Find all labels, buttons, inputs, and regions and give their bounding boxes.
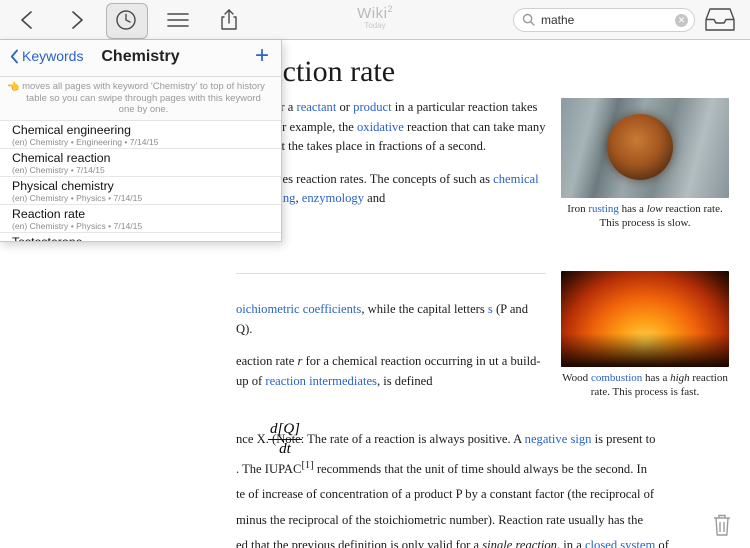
search-input[interactable]: mathe ✕ [513,8,695,32]
list-item-meta: (en) Chemistry • Engineering • 7/14/15 [12,136,159,147]
add-keyword-button[interactable]: + [255,44,269,68]
article-paragraph-9: ed that the previous definition is only … [236,536,734,548]
search-value: mathe [541,13,575,27]
list-item-title: Physical chemistry [12,178,114,193]
list-item[interactable]: Reaction rate (en) Chemistry • Physics •… [0,205,281,233]
popover-header: Keywords Chemistry + [0,40,281,77]
article-paragraph-5: nce X. (Note: The rate of a reaction is … [236,430,734,450]
rusting-bolt-photo [561,98,729,198]
list-item-title: Testosterone [12,234,83,242]
article-column-left-2: oichiometric coefficients, while the cap… [236,300,546,404]
link-reactant[interactable]: reactant [297,100,337,114]
app-title-text: Wiki [357,5,388,22]
list-item-title: Reaction rate [12,206,86,221]
list-item-meta: (en) Chemistry • Physics • 7/14/15 [12,192,143,203]
p6-b: recommends that the unit of time should … [313,461,647,476]
p1-or: or [336,100,354,114]
p2-end: and [364,191,386,205]
article-paragraph-6: . The IUPAC[1] recommends that the unit … [236,456,734,480]
article-paragraph-2: that studies reaction rates. The concept… [236,170,546,209]
top-toolbar: Wiki2 Today mathe ✕ [0,0,750,40]
cap1-i: low [646,203,663,215]
article-column-left: action for a reactant or product in a pa… [236,98,546,222]
app-title-superscript: 2 [387,4,393,14]
article-paragraph-3: oichiometric coefficients, while the cap… [236,300,546,339]
p4-c: , is defined [376,373,433,388]
link-negative-sign[interactable]: negative sign [525,432,592,446]
p3-mid: , while the capital letters [361,302,488,316]
figure-caption-combustion: Wood combustion has a high reaction rate… [561,371,729,399]
list-item[interactable]: Testosterone (en) Biology • Chemistry • … [0,233,281,242]
cap1-c: reaction rate. [662,203,723,215]
cap1-a: Iron [567,203,589,215]
link-combustion[interactable]: combustion [591,372,642,384]
cap2-b: has a [642,372,671,384]
cap2-d: rate. This process is fast. [590,386,700,398]
article-paragraph-4: eaction rate r for a chemical reaction o… [236,352,546,391]
link-oxidative[interactable]: oxidative [357,120,404,134]
article-divider-1 [236,273,546,274]
list-item[interactable]: Chemical reaction (en) Chemistry • 7/14/… [0,149,281,177]
p5-a: nce X. (Note: The rate of a reaction is … [236,432,525,446]
p9-b: , in a [556,538,585,548]
list-item[interactable]: Physical chemistry (en) Chemistry • Phys… [0,177,281,205]
wood-fire-photo [561,271,729,367]
link-closed-system[interactable]: closed system [585,538,655,548]
citation-1[interactable]: [1] [301,460,313,471]
list-item-title: Chemical reaction [12,150,111,165]
popover-title: Chemistry [101,48,180,65]
list-item[interactable]: Chemical engineering (en) Chemistry • En… [0,121,281,149]
figure-rusting: Iron rusting has a low reaction rate. Th… [561,98,729,230]
cap2-c: reaction [689,372,728,384]
cap2-a: Wood [562,372,591,384]
cap1-b: has a [618,203,647,215]
clear-icon[interactable]: ✕ [675,14,688,27]
p4-a: eaction rate [236,354,298,368]
popover-hint-text: moves all pages with keyword 'Chemistry'… [22,81,265,115]
keywords-popover: Keywords Chemistry + 👈 moves all pages w… [0,40,282,242]
inbox-icon[interactable] [704,6,736,34]
article-paragraph-7: te of increase of concentration of a pro… [236,487,655,502]
p9-a: ed that the previous definition is only … [236,538,483,548]
popover-hint: 👈 moves all pages with keyword 'Chemistr… [0,77,281,121]
p5-b: is present to [591,432,656,446]
figure-combustion: Wood combustion has a high reaction rate… [561,271,729,399]
cap2-i: high [670,372,690,384]
trash-icon[interactable] [710,512,734,538]
figure-caption-rusting: Iron rusting has a low reaction rate. Th… [561,202,729,230]
p6-a: . The IUPAC [236,461,302,476]
cap1-d: This process is slow. [599,217,691,229]
p9-italic: single reaction [482,538,557,548]
link-stoichiometric-coefficients[interactable]: oichiometric coefficients [236,302,361,316]
link-enzymology[interactable]: enzymology [302,191,364,205]
search-icon [522,13,535,31]
hand-swipe-icon: 👈 [7,82,20,93]
link-product[interactable]: product [353,100,391,114]
list-item-meta: (en) Chemistry • 7/14/15 [12,164,105,175]
link-rusting[interactable]: rusting [588,203,619,215]
p9-c: of [655,538,669,548]
list-item-title: Chemical engineering [12,122,131,137]
link-reaction-intermediates[interactable]: reaction intermediates [265,374,377,388]
article-paragraph-1: action for a reactant or product in a pa… [236,98,546,157]
list-item-meta: (en) Chemistry • Physics • 7/14/15 [12,220,143,231]
keyword-page-list: Chemical engineering (en) Chemistry • En… [0,120,281,242]
article-wide-text: nce X. (Note: The rate of a reaction is … [236,430,734,548]
article-paragraph-8: minus the reciprocal of the stoichiometr… [236,512,644,527]
